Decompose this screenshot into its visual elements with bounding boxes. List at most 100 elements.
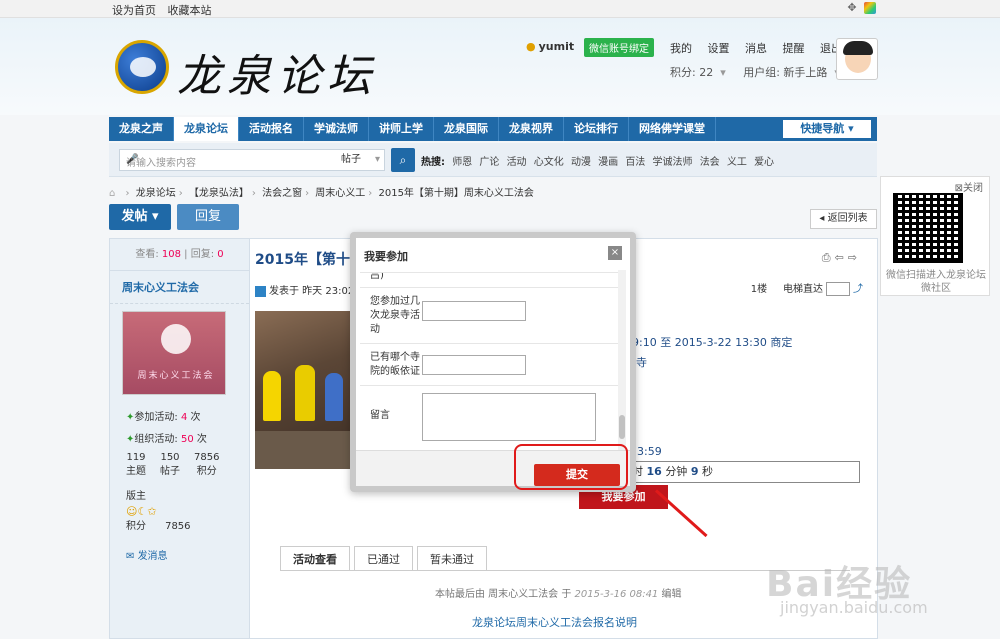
search-type-select[interactable]: 帖子 [335, 149, 385, 171]
main-nav: 龙泉之声 龙泉论坛 活动报名 学诚法师 讲师上学 龙泉国际 龙泉视界 论坛排行 … [109, 117, 877, 141]
online-icon [255, 285, 266, 297]
tab-pending[interactable]: 暂未通过 [417, 546, 487, 571]
hot-item[interactable]: 法会 [700, 157, 720, 168]
post-meta: 发表于 昨天 23:02 [255, 282, 354, 297]
breadcrumb-item[interactable]: 2015年【第十期】周末心义工法会 [378, 188, 533, 199]
nav-longquan-voice[interactable]: 龙泉之声 [109, 117, 174, 141]
hot-item[interactable]: 百法 [625, 157, 645, 168]
dialog-form: 吕) 您参加过几次龙泉寺活动 已有哪个寺院的皈依证 留言 [360, 272, 622, 450]
post-tools[interactable]: ⎙⇦⇨ [822, 251, 861, 265]
user-menu: 我的 设置 消息 提醒 退出 [670, 40, 854, 56]
author-sidebar: 查看: 108 | 回复: 0 周末心义工法会 周末心义工法会 ✦参加活动: 4… [109, 238, 250, 639]
breadcrumb-item[interactable]: 【龙泉弘法】 [189, 188, 249, 199]
my-link[interactable]: 我的 [670, 42, 692, 55]
author-rank: 版主 ☺☾✩ 积分 7856 [126, 491, 191, 532]
mic-icon[interactable]: 🎤 [126, 154, 339, 165]
activity-count-input[interactable] [422, 301, 526, 321]
credits[interactable]: 积分: 22 [670, 66, 713, 79]
tab-view[interactable]: 活动查看 [280, 546, 350, 571]
hot-item[interactable]: 活动 [507, 157, 527, 168]
bookmark-link[interactable]: 收藏本站 [168, 4, 212, 17]
registration-link[interactable]: 龙泉论坛周末心义工法会报名说明 [472, 614, 637, 630]
user-avatar[interactable] [836, 38, 878, 80]
send-message-link[interactable]: ✉ 发消息 [126, 547, 168, 562]
reply-button[interactable]: 回复 [177, 204, 239, 230]
hot-searches: 热搜: 师恩 广论 活动 心文化 动漫 漫画 百法 学诚法师 法会 义工 爱心 [421, 153, 778, 168]
tab-approved[interactable]: 已通过 [354, 546, 413, 571]
refuge-cert-input[interactable] [422, 355, 526, 375]
qr-close-button[interactable]: ⊠关闭 [955, 179, 983, 194]
cut-label: 吕) [370, 272, 384, 281]
user-stats: 积分: 22 ▾ 用户组: 新手上路 ▾ [670, 66, 840, 79]
countdown: 时 16 分钟 9 秒 [625, 461, 860, 483]
medal-icons: ☺☾✩ [126, 505, 157, 518]
hot-item[interactable]: 广论 [479, 157, 499, 168]
field-label: 您参加过几次龙泉寺活动 [370, 296, 420, 335]
nav-lecturer[interactable]: 讲师上学 [369, 117, 434, 141]
messages-link[interactable]: 消息 [745, 42, 767, 55]
breadcrumb: ⌂ › 龙泉论坛 › 【龙泉弘法】 › 法会之窗 › 周末心义工 › 2015年【第十期… [109, 188, 534, 199]
header: 龙泉论坛 yumit 微信账号绑定 我的 设置 消息 提醒 退出 积分: 22 … [0, 18, 1000, 115]
field-label: 已有哪个寺院的皈依证 [370, 352, 420, 377]
top-bar: 设为首页 收藏本站 ✥ [0, 0, 1000, 18]
usergroup[interactable]: 用户组: 新手上路 [743, 66, 827, 79]
nav-vision[interactable]: 龙泉视界 [499, 117, 564, 141]
qr-code-icon [893, 193, 963, 263]
edit-note: 本帖最后由 周末心义工法会 于 2015-3-16 08:41 编辑 [435, 589, 682, 600]
floor-jump-input[interactable] [826, 282, 850, 296]
annotation-arrow [654, 489, 708, 538]
thread-stats: 查看: 108 | 回复: 0 [110, 239, 249, 271]
quick-nav-button[interactable]: 快捷导航 ▾ [783, 120, 871, 138]
watermark-url: jingyan.baidu.com [780, 598, 928, 617]
nav-events[interactable]: 活动报名 [239, 117, 304, 141]
hot-item[interactable]: 心文化 [534, 157, 564, 168]
home-icon[interactable]: ⌂ [109, 188, 115, 199]
qr-caption: 微信扫描进入龙泉论坛微社区 [886, 270, 986, 294]
event-photo [255, 311, 353, 469]
author-avatar[interactable]: 周末心义工法会 [122, 311, 226, 395]
nav-forum[interactable]: 龙泉论坛 [174, 117, 239, 141]
author-stats: 119 主题 150 帖子 7856 积分 [126, 452, 220, 477]
hot-item[interactable]: 动漫 [571, 157, 591, 168]
hot-item[interactable]: 漫画 [598, 157, 618, 168]
hot-item[interactable]: 师恩 [452, 157, 472, 168]
close-icon[interactable]: × [608, 246, 622, 260]
nav-online-class[interactable]: 网络佛学课堂 [629, 117, 716, 141]
set-homepage-link[interactable]: 设为首页 [112, 4, 156, 17]
logo-text: 龙泉论坛 [177, 51, 377, 102]
breadcrumb-item[interactable]: 龙泉论坛 [136, 188, 176, 199]
floor-info: 1楼 电梯直达 ⤴ [750, 282, 863, 296]
logo-globe-icon [115, 40, 169, 94]
wechat-qr-panel: ⊠关闭 微信扫描进入龙泉论坛微社区 [880, 176, 990, 296]
top-links: 设为首页 收藏本站 [112, 2, 220, 18]
avatar-caption: 周末心义工法会 [137, 371, 215, 381]
search-icon[interactable]: ⌕ [391, 148, 415, 172]
activity-stats: ✦参加活动: 4 次 ✦组织活动: 50 次 [126, 412, 207, 445]
highlight-box [514, 444, 628, 490]
search-input[interactable]: 请输入搜索内容 🎤 [119, 149, 346, 171]
message-textarea[interactable] [422, 393, 596, 441]
nav-master[interactable]: 学诚法师 [304, 117, 369, 141]
fullscreen-icon[interactable]: ✥ [846, 2, 858, 14]
author-name[interactable]: 周末心义工法会 [110, 271, 249, 304]
breadcrumb-item[interactable]: 周末心义工 [315, 188, 365, 199]
new-post-button[interactable]: 发帖 ▾ [109, 204, 171, 230]
event-time: 09:10 至 2015-3-22 13:30 商定 [625, 336, 793, 349]
wechat-bind-button[interactable]: 微信账号绑定 [584, 38, 654, 57]
hot-item[interactable]: 学诚法师 [653, 157, 693, 168]
hot-item[interactable]: 义工 [727, 157, 747, 168]
reminders-link[interactable]: 提醒 [783, 42, 805, 55]
activity-tabs: 活动查看 已通过 暂未通过 [280, 546, 487, 571]
breadcrumb-item[interactable]: 法会之窗 [262, 188, 302, 199]
hot-label: 热搜: [421, 157, 445, 168]
nav-international[interactable]: 龙泉国际 [434, 117, 499, 141]
hot-item[interactable]: 爱心 [754, 157, 774, 168]
dialog-scrollbar[interactable] [618, 270, 626, 450]
username[interactable]: yumit [526, 40, 575, 53]
field-label: 留言 [370, 410, 390, 421]
settings-link[interactable]: 设置 [708, 42, 730, 55]
theme-icon[interactable] [864, 2, 876, 14]
site-logo[interactable]: 龙泉论坛 [115, 38, 395, 102]
nav-ranking[interactable]: 论坛排行 [564, 117, 629, 141]
back-to-list-button[interactable]: ◂ 返回列表 [810, 209, 877, 229]
